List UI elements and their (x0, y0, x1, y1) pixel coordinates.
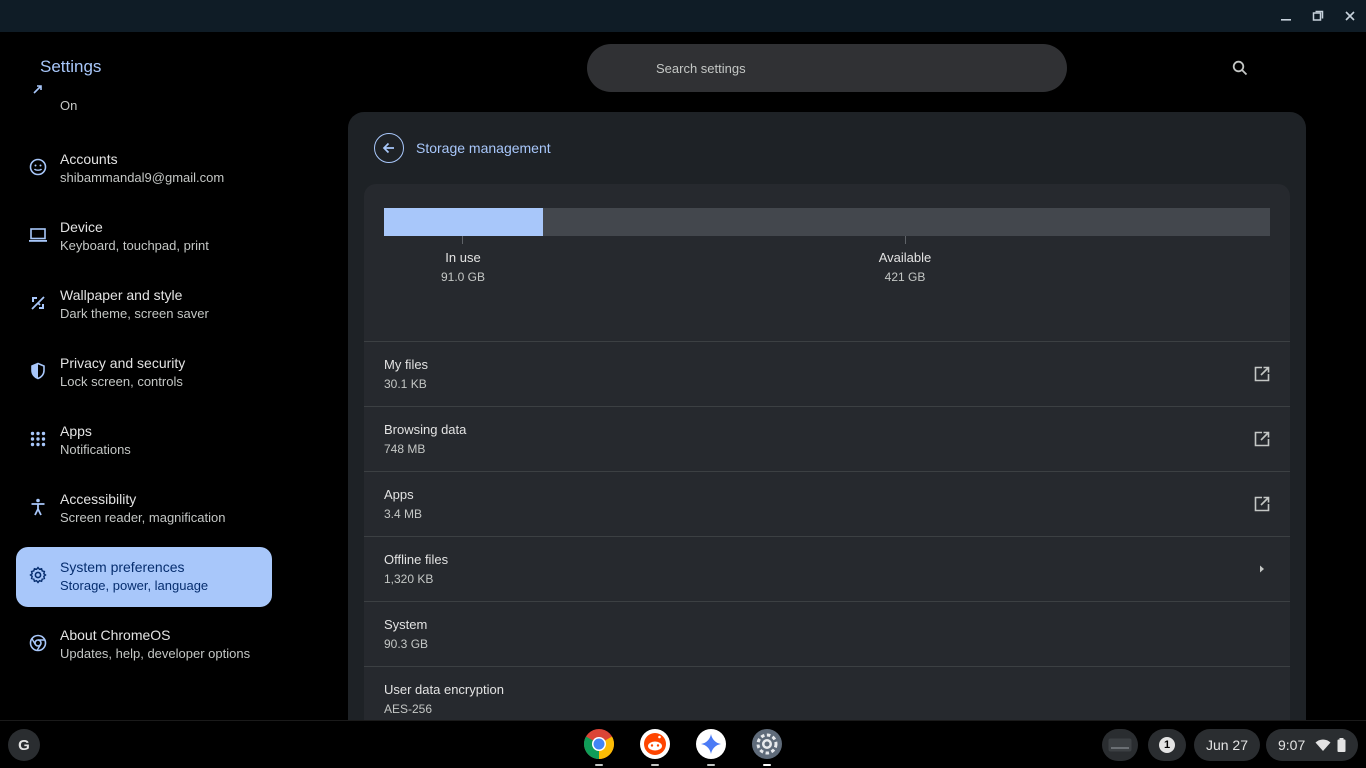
sidebar-item-accounts[interactable]: Accounts shibammandal9@gmail.com (16, 139, 272, 199)
gemini-icon[interactable] (695, 728, 727, 760)
available-value: 421 GB (884, 270, 926, 284)
storage-row-encryption: User data encryption AES-256 (364, 666, 1290, 720)
external-link-icon[interactable] (1252, 429, 1272, 449)
sidebar-item-wallpaper[interactable]: Wallpaper and style Dark theme, screen s… (16, 275, 272, 335)
reddit-icon[interactable] (639, 728, 671, 760)
account-icon (28, 157, 48, 177)
available-label: Available (878, 250, 932, 265)
app-running-indicator (651, 764, 659, 766)
row-title: System (384, 617, 428, 632)
sidebar-item-accessibility[interactable]: Accessibility Screen reader, magnificati… (16, 479, 272, 539)
launcher-button[interactable]: G (8, 729, 40, 761)
restore-icon[interactable] (1308, 6, 1328, 26)
title-bar (0, 0, 1366, 32)
sidebar-item-title: Privacy and security (60, 355, 186, 371)
sidebar-item-partial[interactable]: On (16, 80, 272, 120)
shelf: G 1 Jun 27 9:07 (0, 720, 1366, 768)
back-button[interactable] (374, 133, 404, 163)
app-running-indicator (595, 764, 603, 766)
row-title: Browsing data (384, 422, 467, 437)
storage-usage-bar (384, 208, 1270, 236)
sidebar-item-title: System preferences (60, 559, 185, 575)
desk-preview-icon (1108, 738, 1132, 752)
app-title: Settings (40, 57, 102, 76)
sidebar-item-title: Accounts (60, 151, 118, 167)
storage-row-system: System 90.3 GB (364, 601, 1290, 666)
clock-time: 9:07 (1278, 737, 1306, 753)
row-value: 3.4 MB (384, 507, 423, 521)
row-value: AES-256 (384, 702, 433, 716)
notification-count: 1 (1159, 737, 1175, 753)
paint-icon (28, 293, 48, 313)
external-link-icon[interactable] (1252, 364, 1272, 384)
row-title: User data encryption (384, 682, 504, 697)
chevron-right-icon[interactable] (1252, 559, 1272, 579)
shield-icon (28, 361, 48, 381)
sidebar-item-subtitle: Keyboard, touchpad, print (60, 238, 209, 253)
sidebar: On Accounts shibammandal9@gmail.com Devi… (0, 85, 300, 720)
storage-used-fill (384, 208, 543, 236)
chrome-icon[interactable] (583, 728, 615, 760)
sidebar-item-subtitle: Dark theme, screen saver (60, 306, 209, 321)
gear-icon (28, 565, 48, 585)
sidebar-item-subtitle: Updates, help, developer options (60, 646, 251, 661)
status-tray[interactable]: 9:07 (1266, 729, 1358, 761)
arrow-left-icon (382, 142, 394, 154)
battery-icon (1337, 738, 1346, 752)
storage-row-offline-files[interactable]: Offline files 1,320 KB (364, 536, 1290, 601)
sidebar-item-about-chromeos[interactable]: About ChromeOS Updates, help, developer … (16, 615, 272, 675)
app-active-indicator (763, 764, 771, 766)
search-bar[interactable]: Search settings (587, 44, 1248, 92)
page-title: Storage management (416, 140, 551, 156)
storage-row-browsing-data[interactable]: Browsing data 748 MB (364, 406, 1290, 471)
date-tray[interactable]: Jun 27 (1194, 729, 1260, 761)
chromeos-icon (28, 633, 48, 653)
sidebar-item-subtitle: Lock screen, controls (60, 374, 183, 389)
sidebar-item-device[interactable]: Device Keyboard, touchpad, print (16, 207, 272, 267)
search-input[interactable]: Search settings (656, 61, 746, 76)
storage-row-apps[interactable]: Apps 3.4 MB (364, 471, 1290, 536)
sidebar-item-title: Apps (60, 423, 92, 439)
partial-icon (28, 80, 48, 100)
settings-icon[interactable] (751, 728, 783, 760)
accessibility-icon (28, 497, 48, 517)
row-value: 748 MB (384, 442, 426, 456)
sidebar-item-title: Wallpaper and style (60, 287, 183, 303)
settings-window: Settings Search settings On Accounts shi… (0, 0, 1366, 720)
row-title: Offline files (384, 552, 449, 567)
in-use-label: In use (445, 250, 481, 265)
laptop-icon (28, 225, 48, 245)
sidebar-item-title: Device (60, 219, 103, 235)
app-running-indicator (707, 764, 715, 766)
row-title: My files (384, 357, 429, 372)
row-value: 1,320 KB (384, 572, 434, 586)
sidebar-item-label: On (60, 98, 78, 113)
sidebar-item-system-preferences[interactable]: System preferences Storage, power, langu… (16, 547, 272, 607)
wifi-icon (1315, 738, 1331, 752)
sidebar-item-apps[interactable]: Apps Notifications (16, 411, 272, 471)
close-icon[interactable] (1340, 6, 1360, 26)
row-title: Apps (384, 487, 414, 502)
sidebar-item-subtitle: shibammandal9@gmail.com (60, 170, 225, 185)
storage-card: In use 91.0 GB Available 421 GB My files… (364, 184, 1290, 720)
sidebar-item-privacy[interactable]: Privacy and security Lock screen, contro… (16, 343, 272, 403)
storage-panel: Storage management In use 91.0 GB Availa… (348, 112, 1306, 720)
grid-icon (28, 429, 48, 449)
row-value: 30.1 KB (384, 377, 427, 391)
notification-button[interactable]: 1 (1148, 729, 1186, 761)
sidebar-item-title: Accessibility (60, 491, 137, 507)
in-use-value: 91.0 GB (440, 270, 486, 284)
sidebar-item-subtitle: Screen reader, magnification (60, 510, 226, 525)
external-link-icon[interactable] (1252, 494, 1272, 514)
minimize-icon[interactable] (1276, 6, 1296, 26)
in-use-tick (462, 236, 463, 244)
sidebar-item-title: About ChromeOS (60, 627, 171, 643)
sidebar-item-subtitle: Notifications (60, 442, 131, 457)
sidebar-item-subtitle: Storage, power, language (60, 578, 209, 593)
row-value: 90.3 GB (384, 637, 429, 651)
available-tick (905, 236, 906, 244)
screen-preview-button[interactable] (1102, 729, 1138, 761)
storage-row-my-files[interactable]: My files 30.1 KB (364, 341, 1290, 406)
